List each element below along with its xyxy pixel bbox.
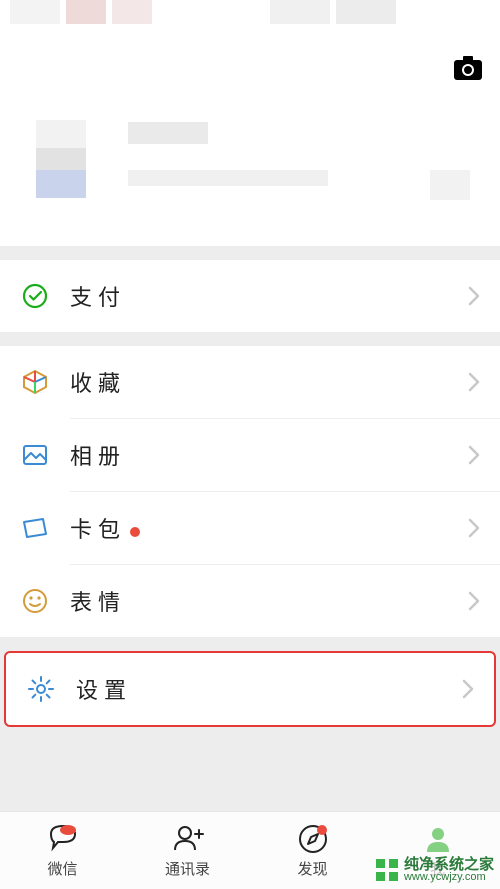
row-label: 设置 <box>76 673 132 705</box>
profile-id <box>128 170 328 186</box>
row-settings[interactable]: 设置 <box>6 653 494 725</box>
row-cards[interactable]: 卡包 <box>0 492 500 564</box>
chevron-right-icon <box>468 445 480 465</box>
watermark-text: 纯净系统之家 <box>404 857 494 872</box>
album-icon <box>20 440 50 470</box>
settings-icon <box>26 674 56 704</box>
me-icon <box>421 822 455 856</box>
row-stickers[interactable]: 表情 <box>0 565 500 637</box>
profile-name <box>128 122 208 144</box>
group-settings-highlighted: 设置 <box>4 651 496 727</box>
row-favorites[interactable]: 收藏 <box>0 346 500 418</box>
favorites-icon <box>20 367 50 397</box>
tab-discover[interactable]: 发现 <box>250 812 375 889</box>
watermark: 纯净系统之家 www.ycwjzy.com <box>376 857 494 883</box>
profile-qr-area[interactable] <box>430 170 470 200</box>
tab-contacts[interactable]: 通讯录 <box>125 812 250 889</box>
contacts-icon <box>171 822 205 856</box>
camera-icon[interactable] <box>454 56 482 80</box>
chevron-right-icon <box>468 518 480 538</box>
profile-header <box>0 0 500 246</box>
chevron-right-icon <box>468 286 480 306</box>
tab-chats[interactable]: 微信 <box>0 812 125 889</box>
chats-icon <box>46 822 80 856</box>
tab-label: 发现 <box>297 858 327 879</box>
row-label: 卡包 <box>70 512 140 544</box>
group-pay: 支付 <box>0 260 500 332</box>
row-label: 相册 <box>70 439 126 471</box>
cards-icon <box>20 513 50 543</box>
chevron-right-icon <box>468 372 480 392</box>
row-label: 表情 <box>70 585 126 617</box>
row-label: 收藏 <box>70 366 126 398</box>
discover-icon <box>296 822 330 856</box>
avatar[interactable] <box>36 120 106 190</box>
chevron-right-icon <box>468 591 480 611</box>
watermark-logo-icon <box>376 859 398 881</box>
row-pay[interactable]: 支付 <box>0 260 500 332</box>
notification-dot <box>130 527 140 537</box>
pay-icon <box>20 281 50 311</box>
tab-label: 微信 <box>47 858 77 879</box>
group-collections: 收藏 相册 卡包 <box>0 346 500 637</box>
tab-label: 通讯录 <box>165 858 210 879</box>
watermark-url: www.ycwjzy.com <box>404 872 494 883</box>
stickers-icon <box>20 586 50 616</box>
chevron-right-icon <box>462 679 474 699</box>
row-label: 支付 <box>70 280 126 312</box>
row-album[interactable]: 相册 <box>0 419 500 491</box>
